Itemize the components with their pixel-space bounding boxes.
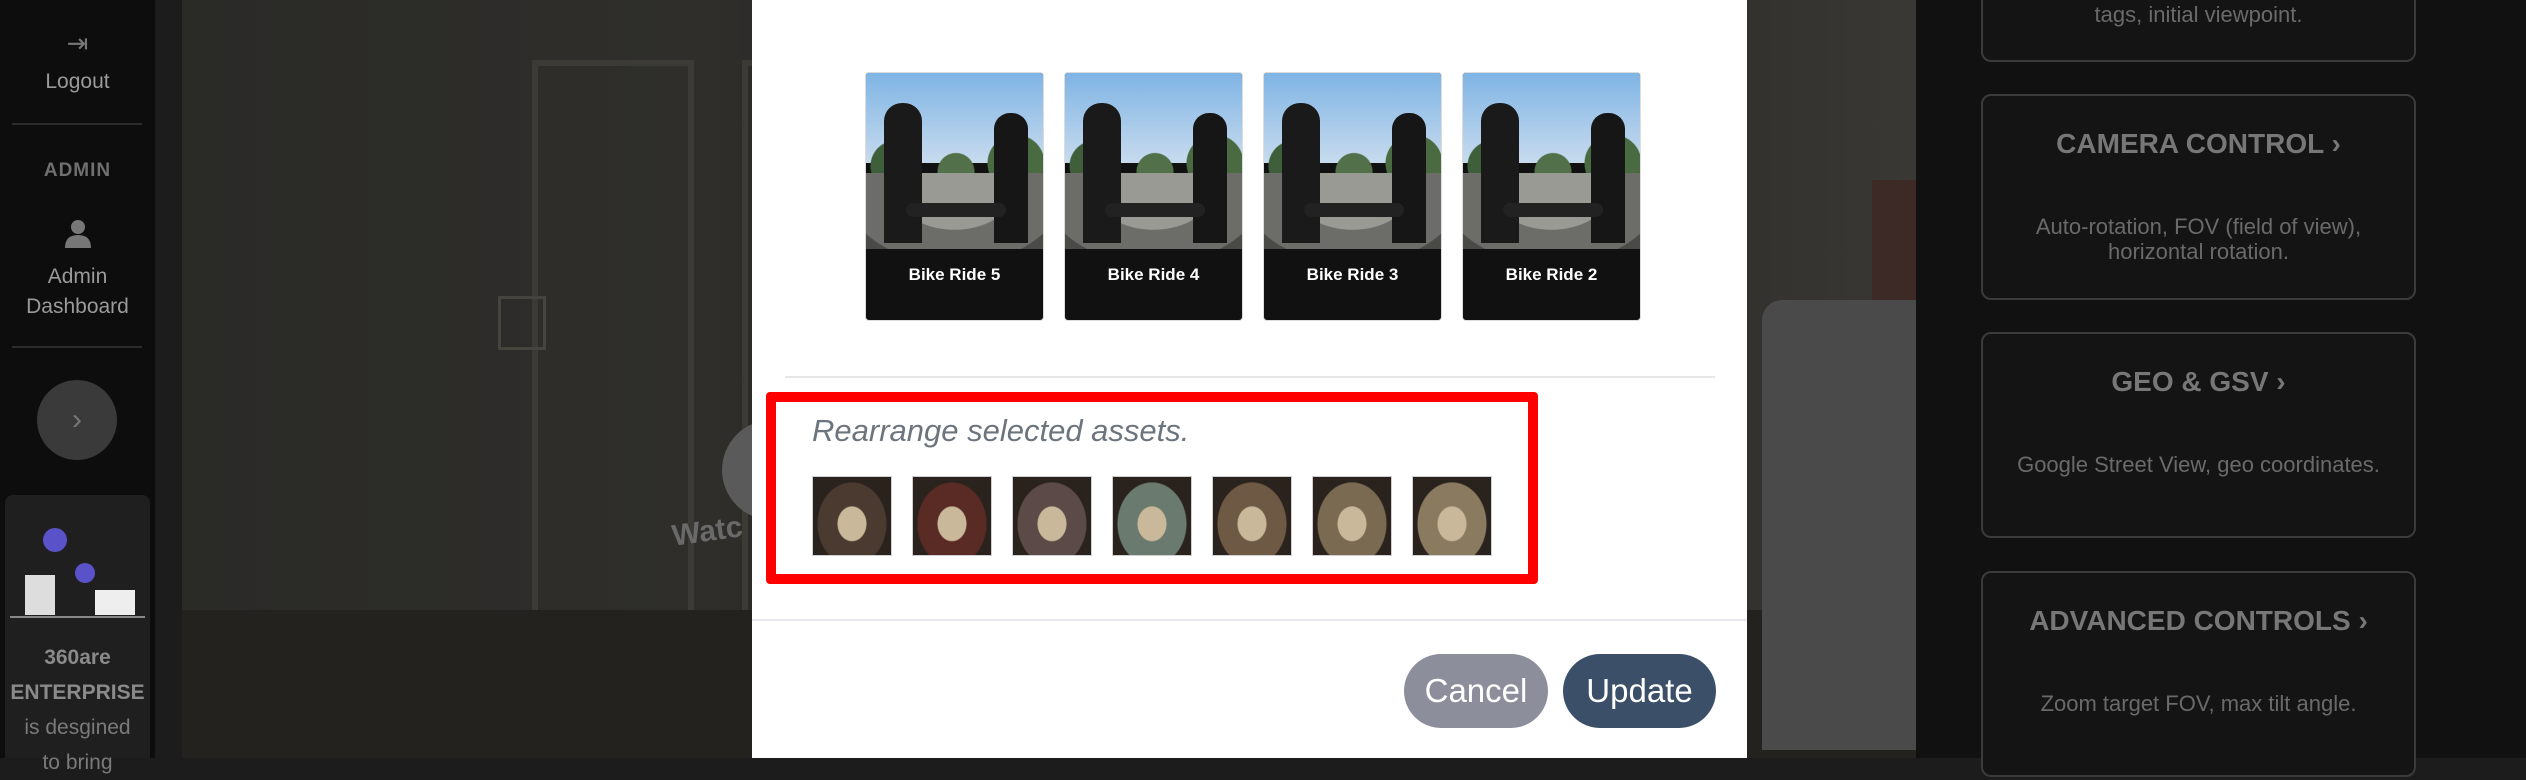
sidebar: ⇥ Logout ADMIN Admin Dashboard › 360are … — [0, 0, 155, 774]
asset-card[interactable]: Bike Ride 5 — [865, 72, 1044, 321]
sidebar-divider — [12, 123, 142, 125]
modal-footer-divider — [752, 619, 1747, 621]
chevron-right-icon: › — [72, 403, 82, 436]
controls-panel: tags, initial viewpoint. CAMERA CONTROL … — [1916, 0, 2526, 777]
asset-thumbnail — [1463, 73, 1640, 249]
selected-asset-thumbnail[interactable] — [812, 476, 892, 556]
control-card-viewpoint[interactable]: tags, initial viewpoint. — [1981, 0, 2416, 62]
selected-asset-thumbnail[interactable] — [1112, 476, 1192, 556]
cancel-button[interactable]: Cancel — [1404, 654, 1548, 728]
logout-link[interactable]: Logout — [0, 70, 155, 94]
admin-heading: ADMIN — [43, 160, 112, 181]
logout-icon[interactable]: ⇥ — [0, 28, 155, 59]
sidebar-divider — [12, 346, 142, 348]
modal-divider — [785, 376, 1715, 378]
asset-thumbnail — [866, 73, 1043, 249]
asset-label: Bike Ride 3 — [1306, 265, 1399, 284]
control-card-geo[interactable]: GEO & GSV › Google Street View, geo coor… — [1981, 332, 2416, 538]
pillow — [1762, 300, 1916, 750]
promo-desc-2: to bring — [42, 751, 113, 774]
rearrange-label: Rearrange selected assets. — [812, 413, 1190, 448]
promo-text: 360are ENTERPRISE is desgined to bring — [0, 640, 155, 780]
promo-product: ENTERPRISE — [10, 681, 145, 704]
control-card-desc: Auto-rotation, FOV (field of view), hori… — [2035, 214, 2362, 264]
control-card-desc: tags, initial viewpoint. — [2094, 2, 2303, 27]
control-card-desc: Google Street View, geo coordinates. — [2017, 452, 2380, 477]
selected-asset-thumbnail[interactable] — [1212, 476, 1292, 556]
wall-panel — [532, 60, 694, 672]
asset-label: Bike Ride 5 — [908, 265, 1001, 284]
asset-label: Bike Ride 4 — [1107, 265, 1200, 284]
control-card-advanced[interactable]: ADVANCED CONTROLS › Zoom target FOV, max… — [1981, 571, 2416, 777]
promo-brand: 360are — [44, 646, 111, 669]
asset-modal: Bike Ride 5 Bike Ride 4 Bike Ride 3 Bike… — [752, 0, 1747, 758]
promo-desc: is desgined — [24, 716, 131, 739]
selected-assets-list — [812, 476, 1492, 556]
update-button[interactable]: Update — [1563, 654, 1716, 728]
asset-thumbnail — [1065, 73, 1242, 249]
selected-asset-thumbnail[interactable] — [1412, 476, 1492, 556]
selected-asset-thumbnail[interactable] — [912, 476, 992, 556]
control-card-title: ADVANCED CONTROLS › — [2029, 605, 2368, 636]
admin-dashboard-link[interactable]: Admin Dashboard — [0, 262, 155, 322]
asset-card[interactable]: Bike Ride 3 — [1263, 72, 1442, 321]
user-icon[interactable] — [0, 218, 155, 253]
asset-label: Bike Ride 2 — [1505, 265, 1598, 284]
selected-asset-thumbnail[interactable] — [1012, 476, 1092, 556]
sidebar-toggle-button[interactable]: › — [37, 380, 117, 460]
asset-card[interactable]: Bike Ride 4 — [1064, 72, 1243, 321]
control-card-title: CAMERA CONTROL › — [2056, 128, 2341, 159]
control-card-camera[interactable]: CAMERA CONTROL › Auto-rotation, FOV (fie… — [1981, 94, 2416, 300]
asset-thumbnail — [1264, 73, 1441, 249]
asset-card[interactable]: Bike Ride 2 — [1462, 72, 1641, 321]
asset-list: Bike Ride 5 Bike Ride 4 Bike Ride 3 Bike… — [865, 72, 1641, 321]
light-switch — [498, 296, 546, 350]
control-card-title: GEO & GSV › — [2111, 366, 2286, 397]
control-card-desc: Zoom target FOV, max tilt angle. — [2040, 691, 2357, 716]
selected-asset-thumbnail[interactable] — [1312, 476, 1392, 556]
